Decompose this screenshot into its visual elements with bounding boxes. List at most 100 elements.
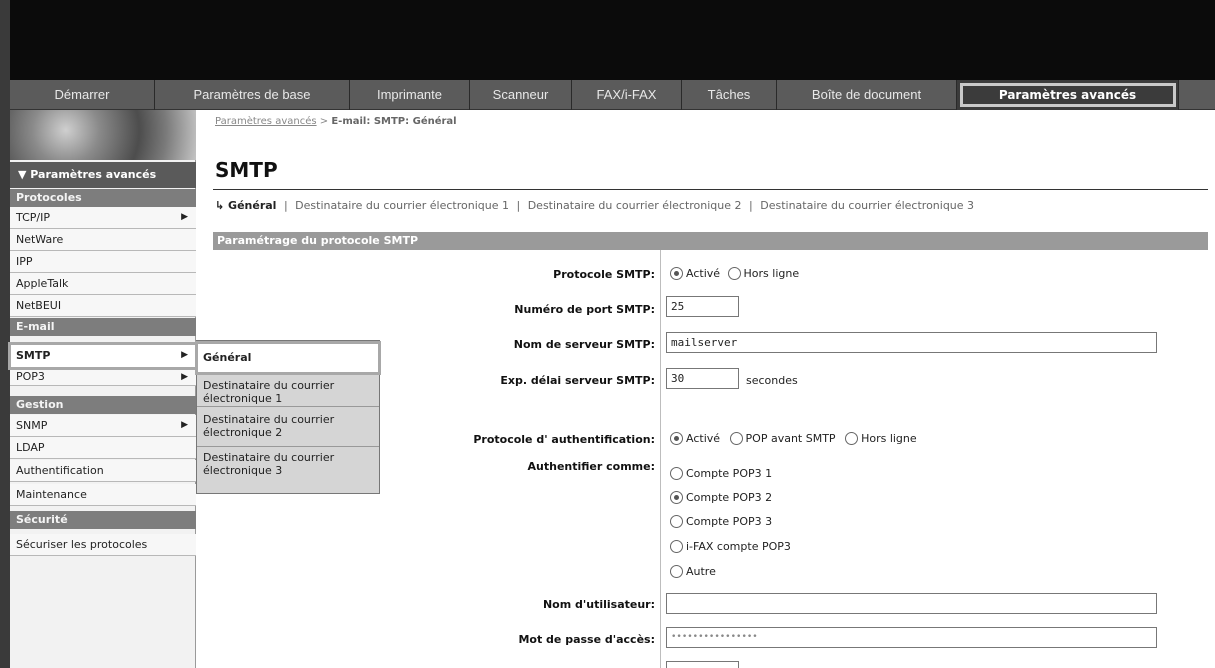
- tab-scanneur[interactable]: Scanneur: [470, 80, 572, 110]
- sidebar-item-snmp[interactable]: SNMP ▶: [10, 415, 196, 437]
- auth-as-pop3-3-radio[interactable]: [670, 515, 683, 528]
- chevron-right-icon: ▶: [181, 420, 188, 430]
- sidebar-item-label: POP3: [16, 370, 45, 383]
- radio-label: i-FAX compte POP3: [686, 540, 791, 553]
- tab-parametres-de-base[interactable]: Paramètres de base: [155, 80, 350, 110]
- form-column-divider: [660, 250, 661, 668]
- auth-as-other-radio[interactable]: [670, 565, 683, 578]
- sidebar-item-label: TCP/IP: [16, 211, 50, 224]
- smtp-protocol-label: Protocole SMTP:: [553, 268, 655, 281]
- smtp-submenu: Général Destinataire du courrier électro…: [195, 340, 381, 494]
- timeout-unit: secondes: [746, 374, 798, 387]
- sidebar-item-tcpip[interactable]: TCP/IP ▶: [10, 207, 196, 229]
- auth-as-option-1: Compte POP3 1: [670, 467, 772, 480]
- breadcrumb-separator: >: [319, 116, 329, 127]
- auth-protocol-offline-radio[interactable]: [845, 432, 859, 445]
- password-input[interactable]: ••••••••••••••••: [666, 627, 1157, 648]
- smtp-protocol-active-radio[interactable]: [670, 267, 683, 280]
- tab-imprimante[interactable]: Imprimante: [350, 80, 470, 110]
- breadcrumb-link[interactable]: Paramètres avancés: [215, 116, 317, 127]
- sidebar-title[interactable]: ▼ Paramètres avancés: [10, 162, 196, 188]
- radio-label: Compte POP3 3: [686, 515, 773, 528]
- subnav-link-destinataire-2[interactable]: Destinataire du courrier électronique 2: [528, 199, 742, 212]
- smtp-server-label: Nom de serveur SMTP:: [513, 338, 655, 351]
- sidebar-item-appletalk[interactable]: AppleTalk: [10, 273, 196, 295]
- sidebar-banner-image: [10, 110, 196, 160]
- radio-label: Hors ligne: [861, 432, 917, 445]
- subnav-separator: |: [283, 199, 288, 212]
- radio-label: Autre: [686, 565, 716, 578]
- submenu-item-general[interactable]: Général: [195, 341, 381, 375]
- smtp-timeout-input[interactable]: 30: [666, 368, 739, 389]
- subnav-link-destinataire-1[interactable]: Destinataire du courrier électronique 1: [295, 199, 509, 212]
- auth-as-option-5: Autre: [670, 565, 716, 578]
- submenu-item-destinataire-3[interactable]: Destinataire du courrier électronique 3: [197, 447, 379, 485]
- sidebar-item-ldap[interactable]: LDAP: [10, 437, 196, 459]
- sidebar-item-pop3[interactable]: POP3 ▶: [10, 370, 196, 386]
- breadcrumb: Paramètres avancés > E-mail: SMTP: Génér…: [215, 116, 457, 127]
- auth-as-option-4: i-FAX compte POP3: [670, 540, 791, 553]
- tab-demarrer[interactable]: Démarrer: [10, 80, 155, 110]
- radio-label: Compte POP3 2: [686, 491, 773, 504]
- auth-as-option-2: Compte POP3 2: [670, 491, 772, 504]
- subnav-link-destinataire-3[interactable]: Destinataire du courrier électronique 3: [760, 199, 974, 212]
- section-header: Paramétrage du protocole SMTP: [213, 232, 1208, 250]
- sidebar-section-email: E-mail: [10, 318, 196, 336]
- tab-boite-de-document[interactable]: Boîte de document: [777, 80, 957, 110]
- main-tabs: Démarrer Paramètres de base Imprimante S…: [10, 80, 1215, 110]
- sidebar-item-smtp[interactable]: SMTP ▶: [8, 342, 198, 370]
- sidebar-item-securiser-protocoles[interactable]: Sécuriser les protocoles: [10, 534, 196, 556]
- sidebar: ▼ Paramètres avancés Protocoles TCP/IP ▶…: [8, 110, 198, 668]
- page-title: SMTP: [215, 158, 278, 182]
- breadcrumb-current: E-mail: SMTP: Général: [331, 116, 457, 127]
- sidebar-item-netbeui[interactable]: NetBEUI: [10, 295, 196, 317]
- sidebar-item-netware[interactable]: NetWare: [10, 229, 196, 251]
- sidebar-section-gestion: Gestion: [10, 396, 196, 414]
- window-left-edge: [0, 0, 10, 668]
- sidebar-item-label: SNMP: [16, 419, 48, 432]
- partial-input[interactable]: [666, 661, 739, 668]
- sidebar-item-maintenance[interactable]: Maintenance: [10, 484, 196, 506]
- tab-fax-ifax[interactable]: FAX/i-FAX: [572, 80, 682, 110]
- submenu-item-destinataire-1[interactable]: Destinataire du courrier électronique 1: [197, 375, 379, 407]
- username-input[interactable]: [666, 593, 1157, 614]
- chevron-right-icon: ▶: [181, 212, 188, 222]
- auth-as-ifax-pop3-radio[interactable]: [670, 540, 683, 553]
- subnav-current: ↳ Général: [215, 199, 277, 212]
- chevron-right-icon: ▶: [181, 372, 188, 382]
- smtp-server-input[interactable]: mailserver: [666, 332, 1157, 353]
- tab-parametres-avances[interactable]: Paramètres avancés: [957, 80, 1179, 110]
- sidebar-item-ipp[interactable]: IPP: [10, 251, 196, 273]
- chevron-right-icon: ▶: [181, 350, 188, 360]
- smtp-protocol-offline-radio[interactable]: [727, 267, 741, 280]
- radio-label: Compte POP3 1: [686, 467, 773, 480]
- subnav-separator: |: [749, 199, 753, 212]
- subnav-separator: |: [516, 199, 521, 212]
- radio-label: Activé: [686, 432, 721, 445]
- smtp-protocol-radios: Activé Hors ligne: [670, 267, 799, 280]
- sidebar-item-label: SMTP: [16, 349, 51, 362]
- auth-as-option-3: Compte POP3 3: [670, 515, 772, 528]
- radio-label: POP avant SMTP: [745, 432, 836, 445]
- smtp-port-input[interactable]: 25: [666, 296, 739, 317]
- header-banner: [10, 0, 1215, 80]
- title-divider: [213, 189, 1208, 190]
- smtp-port-label: Numéro de port SMTP:: [514, 303, 655, 316]
- sidebar-item-authentification[interactable]: Authentification: [10, 460, 196, 482]
- submenu-item-destinataire-2[interactable]: Destinataire du courrier électronique 2: [197, 409, 379, 447]
- password-label: Mot de passe d'accès:: [518, 633, 655, 646]
- auth-protocol-label: Protocole d' authentification:: [473, 433, 655, 446]
- auth-as-label: Authentifier comme:: [527, 460, 655, 473]
- radio-label: Activé: [686, 267, 721, 280]
- auth-protocol-radios: Activé POP avant SMTP Hors ligne: [670, 432, 917, 445]
- smtp-timeout-label: Exp. délai serveur SMTP:: [500, 374, 655, 387]
- auth-as-pop3-1-radio[interactable]: [670, 467, 683, 480]
- auth-protocol-pop-before-smtp-radio[interactable]: [729, 432, 743, 445]
- sidebar-section-protocoles: Protocoles: [10, 189, 196, 207]
- tab-taches[interactable]: Tâches: [682, 80, 777, 110]
- page-subnav: ↳ Général | Destinataire du courrier éle…: [215, 199, 974, 212]
- username-label: Nom d'utilisateur:: [542, 598, 655, 611]
- auth-as-pop3-2-radio[interactable]: [670, 491, 683, 504]
- auth-protocol-active-radio[interactable]: [670, 432, 683, 445]
- sidebar-section-securite: Sécurité: [10, 511, 196, 529]
